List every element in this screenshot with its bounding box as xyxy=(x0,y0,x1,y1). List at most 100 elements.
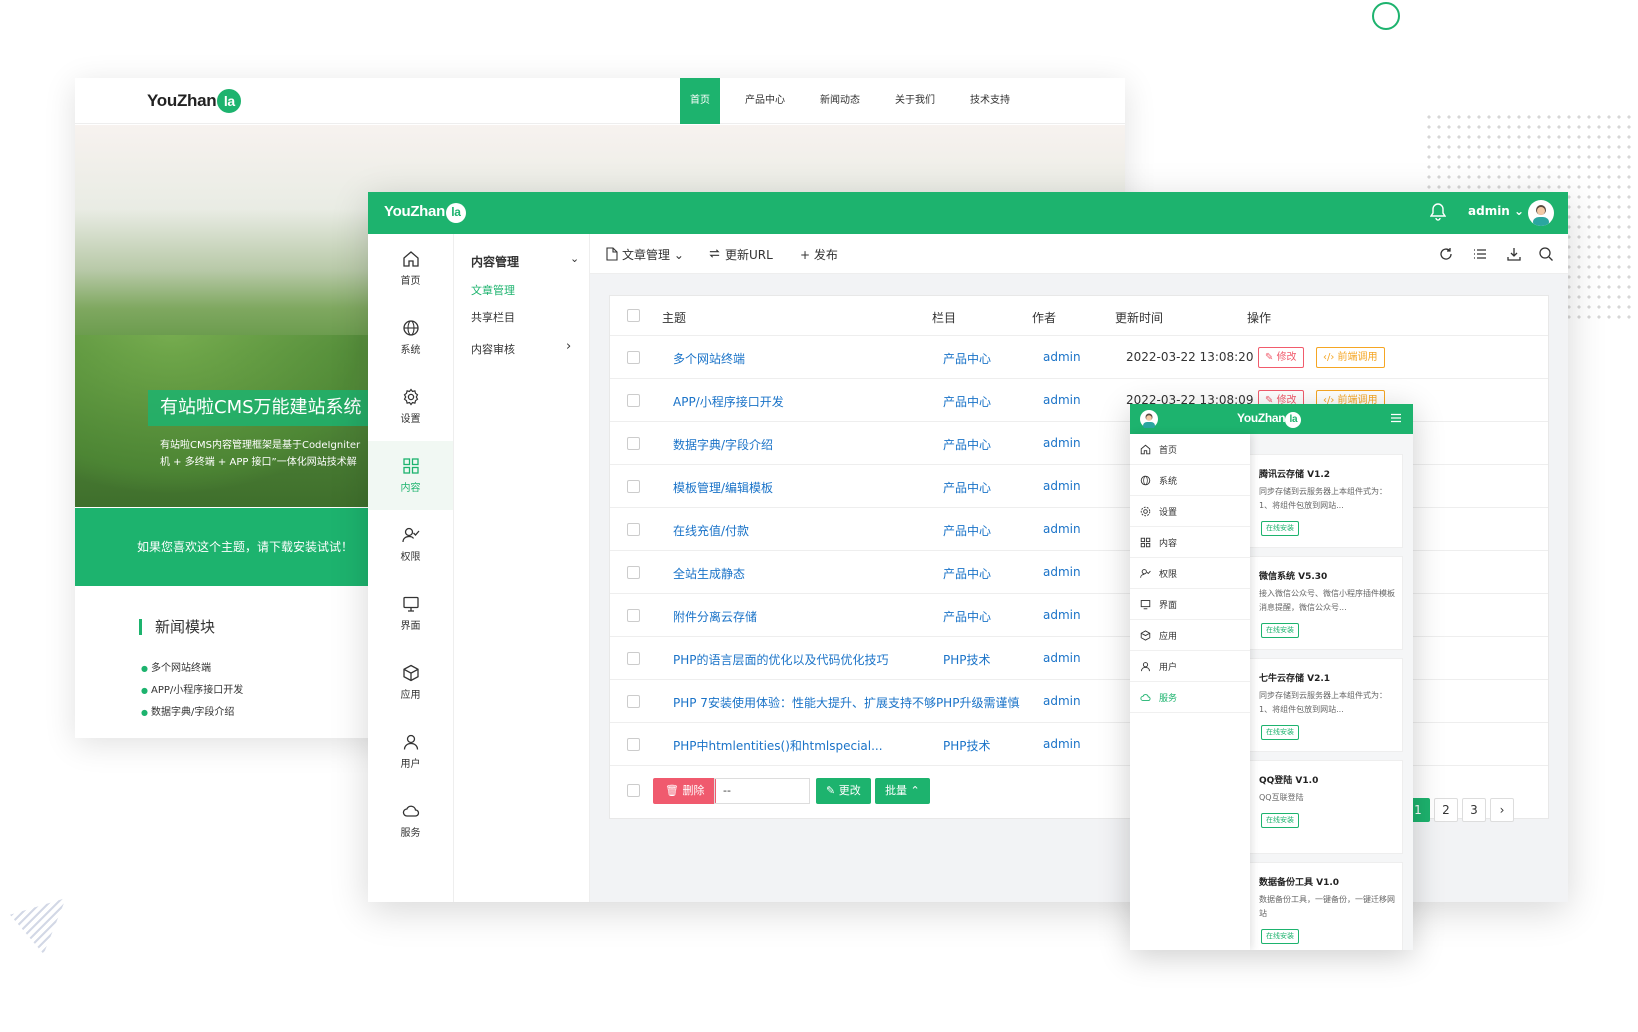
update-url-button[interactable]: 更新URL xyxy=(725,246,773,263)
edit-button[interactable]: ✎ 修改 xyxy=(1258,347,1304,368)
rail-item-users[interactable]: 用户 xyxy=(368,717,453,786)
row-subject-link[interactable]: 在线充值/付款 xyxy=(673,522,749,539)
row-author[interactable]: admin xyxy=(1043,651,1081,665)
row-checkbox[interactable] xyxy=(627,523,640,536)
install-button[interactable]: 在线安装 xyxy=(1261,521,1299,536)
row-subject-link[interactable]: APP/小程序接口开发 xyxy=(673,393,784,410)
row-subject-link[interactable]: 附件分离云存储 xyxy=(673,608,757,625)
chevron-right-icon[interactable]: › xyxy=(566,339,571,354)
rail-item-services[interactable]: 服务 xyxy=(368,786,453,855)
subnav-item-shared-columns[interactable]: 共享栏目 xyxy=(471,309,515,325)
mobile-menu-settings[interactable]: 设置 xyxy=(1130,496,1250,527)
subnav-head[interactable]: 内容管理 xyxy=(471,253,519,270)
row-category-link[interactable]: 产品中心 xyxy=(943,565,991,582)
row-category-link[interactable]: PHP技术 xyxy=(943,737,991,754)
row-checkbox[interactable] xyxy=(627,351,640,364)
footer-select-all-checkbox[interactable] xyxy=(627,784,640,797)
row-author[interactable]: admin xyxy=(1043,479,1081,493)
mobile-menu-system[interactable]: 系统 xyxy=(1130,465,1250,496)
list-icon[interactable] xyxy=(1472,246,1488,262)
row-subject-link[interactable]: 数据字典/字段介绍 xyxy=(673,436,773,453)
rail-item-content[interactable]: 内容 xyxy=(368,441,453,510)
row-author[interactable]: admin xyxy=(1043,436,1081,450)
mobile-menu-apps[interactable]: 应用 xyxy=(1130,620,1250,651)
row-author[interactable]: admin xyxy=(1043,565,1081,579)
batch-button[interactable]: 批量 ⌃ xyxy=(875,778,930,804)
bell-icon[interactable] xyxy=(1430,203,1446,221)
mobile-menu-permissions[interactable]: 权限 xyxy=(1130,558,1250,589)
rail-item-interface[interactable]: 界面 xyxy=(368,579,453,648)
site-nav-support[interactable]: 技术支持 xyxy=(960,78,1020,124)
site-nav-products[interactable]: 产品中心 xyxy=(735,78,795,124)
install-button[interactable]: 在线安装 xyxy=(1261,929,1299,944)
row-author[interactable]: admin xyxy=(1043,393,1081,407)
row-checkbox[interactable] xyxy=(627,738,640,751)
page-2-button[interactable]: 2 xyxy=(1434,798,1458,822)
row-category-link[interactable]: 产品中心 xyxy=(943,350,991,367)
row-category-link[interactable]: 产品中心 xyxy=(943,608,991,625)
reload-icon[interactable] xyxy=(1438,246,1454,262)
row-checkbox[interactable] xyxy=(627,652,640,665)
row-author[interactable]: admin xyxy=(1043,608,1081,622)
search-icon[interactable] xyxy=(1538,246,1554,262)
select-all-checkbox[interactable] xyxy=(627,309,640,322)
col-category[interactable]: 栏目 xyxy=(932,309,956,326)
row-checkbox[interactable] xyxy=(627,437,640,450)
row-category-link[interactable]: 产品中心 xyxy=(943,479,991,496)
row-author[interactable]: admin xyxy=(1043,694,1081,708)
subnav-item-review[interactable]: 内容审核 xyxy=(471,341,515,357)
site-logo[interactable]: YouZhan la xyxy=(147,89,242,113)
row-category-link[interactable]: PHP技术 xyxy=(943,651,991,668)
rail-item-home[interactable]: 首页 xyxy=(368,234,453,303)
chevron-down-icon[interactable]: ⌄ xyxy=(570,252,579,265)
next-page-button[interactable]: › xyxy=(1490,798,1514,822)
hamburger-icon[interactable] xyxy=(1390,412,1402,424)
publish-button[interactable]: + 发布 xyxy=(800,246,838,263)
mobile-avatar[interactable] xyxy=(1140,410,1158,429)
avatar[interactable] xyxy=(1528,200,1554,226)
rail-item-apps[interactable]: 应用 xyxy=(368,648,453,717)
admin-logo[interactable]: YouZhan la xyxy=(384,203,466,223)
row-checkbox[interactable] xyxy=(627,566,640,579)
delete-button[interactable]: 🗑 删除 xyxy=(653,778,717,804)
install-button[interactable]: 在线安装 xyxy=(1261,813,1299,828)
row-checkbox[interactable] xyxy=(627,695,640,708)
mobile-menu-services[interactable]: 服务 xyxy=(1130,682,1250,713)
rail-item-settings[interactable]: 设置 xyxy=(368,372,453,441)
batch-select[interactable]: -- xyxy=(714,778,810,804)
mobile-menu-home[interactable]: 首页 xyxy=(1130,434,1250,465)
rail-item-system[interactable]: 系统 xyxy=(368,303,453,372)
front-call-button[interactable]: ‹/› 前端调用 xyxy=(1316,347,1385,368)
row-author[interactable]: admin xyxy=(1043,737,1081,751)
mobile-menu-content[interactable]: 内容 xyxy=(1130,527,1250,558)
rail-item-permissions[interactable]: 权限 xyxy=(368,510,453,579)
row-subject-link[interactable]: 模板管理/编辑模板 xyxy=(673,479,773,496)
site-nav-news[interactable]: 新闻动态 xyxy=(810,78,870,124)
site-nav-home[interactable]: 首页 xyxy=(680,78,720,124)
install-button[interactable]: 在线安装 xyxy=(1261,725,1299,740)
row-subject-link[interactable]: PHP的语言层面的优化以及代码优化技巧 xyxy=(673,651,889,668)
row-category-link[interactable]: 产品中心 xyxy=(943,436,991,453)
install-button[interactable]: 在线安装 xyxy=(1261,623,1299,638)
row-author[interactable]: admin xyxy=(1043,522,1081,536)
news-item[interactable]: APP/小程序接口开发 xyxy=(141,680,243,702)
row-checkbox[interactable] xyxy=(627,480,640,493)
change-button[interactable]: ✎ 更改 xyxy=(816,778,871,804)
row-subject-link[interactable]: 全站生成静态 xyxy=(673,565,745,582)
subnav-item-articles[interactable]: 文章管理 xyxy=(471,282,515,298)
row-author[interactable]: admin xyxy=(1043,350,1081,364)
article-manage-dropdown[interactable]: 文章管理 ⌄ xyxy=(622,246,684,263)
mobile-menu-users[interactable]: 用户 xyxy=(1130,651,1250,682)
news-item[interactable]: 多个网站终端 xyxy=(141,658,243,680)
row-subject-link[interactable]: PHP 7安装使用体验：性能大提升、扩展支持不够PHP升级需谨慎 xyxy=(673,694,1019,711)
mobile-logo[interactable]: YouZhan la xyxy=(1237,411,1302,428)
row-checkbox[interactable] xyxy=(627,394,640,407)
row-subject-link[interactable]: 多个网站终端 xyxy=(673,350,745,367)
col-updated[interactable]: 更新时间 xyxy=(1115,309,1163,326)
site-nav-about[interactable]: 关于我们 xyxy=(885,78,945,124)
col-subject[interactable]: 主题 xyxy=(662,309,686,326)
mobile-menu-interface[interactable]: 界面 xyxy=(1130,589,1250,620)
col-author[interactable]: 作者 xyxy=(1032,309,1056,326)
row-category-link[interactable]: 产品中心 xyxy=(943,522,991,539)
download-icon[interactable] xyxy=(1506,246,1522,262)
